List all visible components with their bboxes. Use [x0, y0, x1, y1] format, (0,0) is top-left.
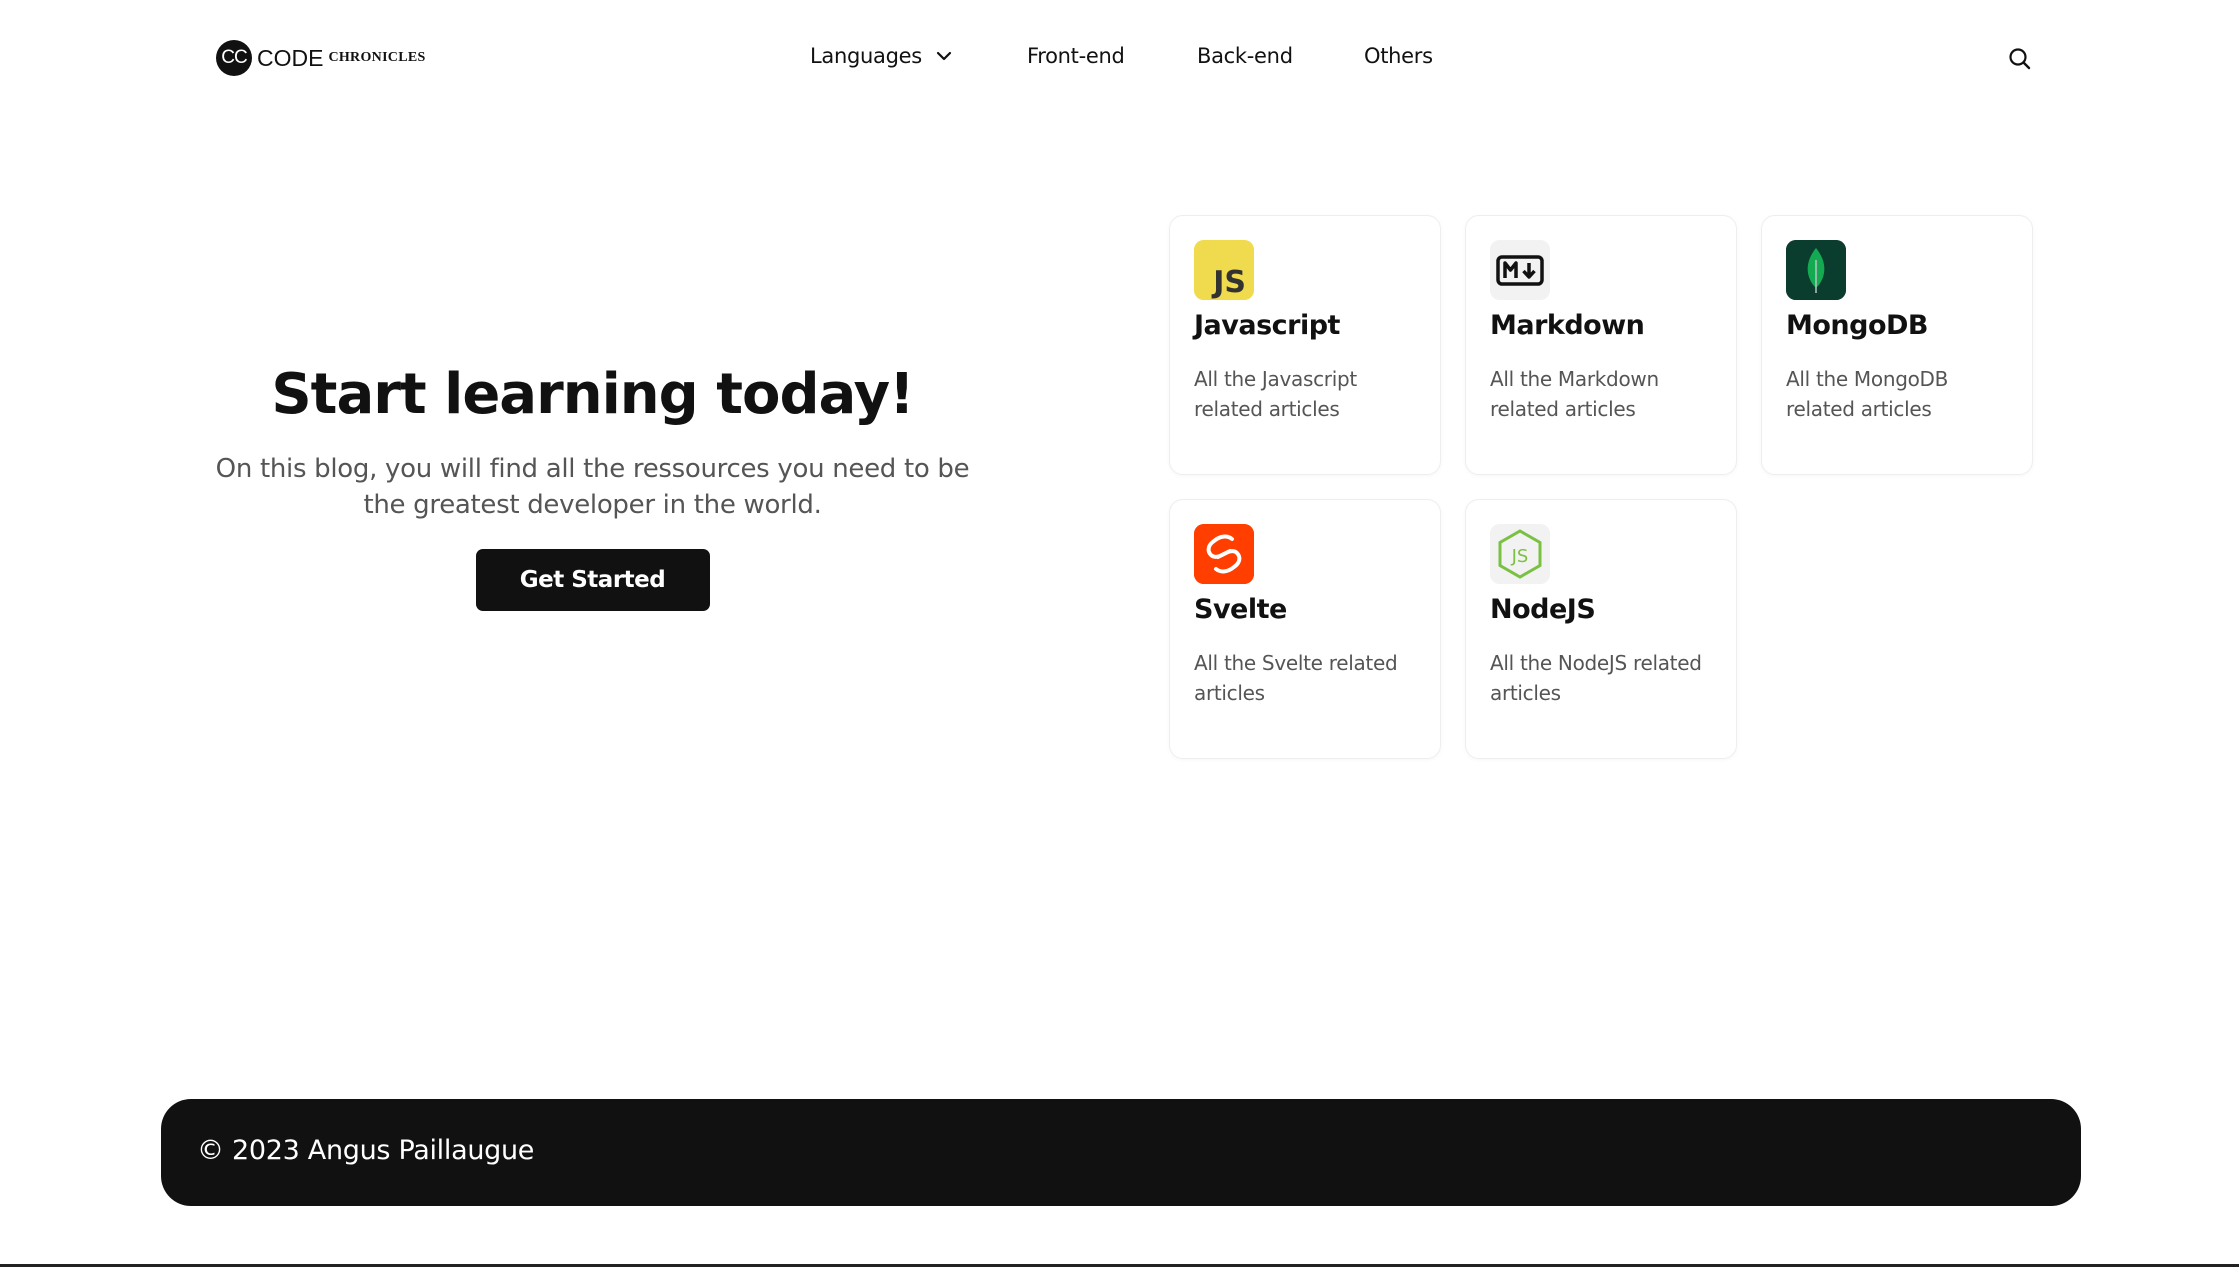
card-title: NodeJS — [1490, 594, 1596, 625]
nav-languages-dropdown[interactable]: Languages — [810, 44, 954, 68]
svelte-logo-svg — [1194, 524, 1254, 584]
markdown-logo-svg — [1490, 240, 1550, 300]
javascript-icon: JS — [1194, 240, 1254, 300]
card-title: Markdown — [1490, 310, 1645, 341]
card-title: Svelte — [1194, 594, 1287, 625]
card-description: All the MongoDB related articles — [1786, 367, 1949, 421]
nav-languages-label: Languages — [810, 44, 922, 68]
card-description: All the Svelte related articles — [1194, 651, 1398, 705]
card-title: Javascript — [1194, 310, 1340, 341]
search-button[interactable] — [2006, 45, 2034, 73]
card-description: All the NodeJS related articles — [1490, 651, 1702, 705]
nodejs-icon: JS — [1490, 524, 1550, 584]
mongodb-icon — [1786, 240, 1846, 300]
footer-copyright: © 2023 Angus Paillaugue — [197, 1135, 535, 1166]
javascript-icon-text: JS — [1211, 265, 1246, 300]
mongodb-logo-svg — [1786, 240, 1846, 300]
hero-section: Start learning today! On this blog, you … — [160, 355, 1025, 655]
logo-subname: CHRONICLES — [328, 50, 426, 65]
category-card-markdown[interactable]: Markdown All the Markdown related articl… — [1465, 215, 1737, 475]
card-title: MongoDB — [1786, 310, 1929, 341]
svelte-icon — [1194, 524, 1254, 584]
card-description: All the Markdown related articles — [1490, 367, 1659, 421]
markdown-icon — [1490, 240, 1550, 300]
card-description: All the Javascript related articles — [1194, 367, 1357, 421]
hero-title: Start learning today! — [271, 362, 914, 427]
nav-others-link[interactable]: Others — [1364, 44, 1433, 68]
hero-subtitle: On this blog, you will find all the ress… — [160, 451, 1025, 523]
nodejs-logo-svg: JS — [1490, 524, 1550, 584]
site-logo[interactable]: CC CODE CHRONICLES — [216, 40, 426, 76]
logo-monogram: CC — [216, 40, 252, 76]
nav-backend-link[interactable]: Back-end — [1197, 44, 1293, 68]
category-card-javascript[interactable]: JS Javascript All the Javascript related… — [1169, 215, 1441, 475]
category-card-nodejs[interactable]: JS NodeJS All the NodeJS related article… — [1465, 499, 1737, 759]
category-card-mongodb[interactable]: MongoDB All the MongoDB related articles — [1761, 215, 2033, 475]
hero-subtitle-line-1: On this blog, you will find all the ress… — [215, 454, 970, 484]
category-card-svelte[interactable]: Svelte All the Svelte related articles — [1169, 499, 1441, 759]
site-footer: © 2023 Angus Paillaugue — [161, 1099, 2081, 1206]
logo-name: CODE — [257, 44, 324, 71]
nodejs-icon-text: JS — [1511, 546, 1529, 567]
nav-frontend-link[interactable]: Front-end — [1027, 44, 1125, 68]
search-icon — [2009, 48, 2031, 70]
javascript-logo-svg: JS — [1194, 240, 1254, 300]
hero-subtitle-line-2: the greatest developer in the world. — [363, 490, 822, 520]
chevron-down-icon — [936, 51, 951, 61]
get-started-button[interactable]: Get Started Today — [475, 549, 710, 655]
site-header: CC CODE CHRONICLES Languages Front-end B… — [0, 0, 2239, 118]
